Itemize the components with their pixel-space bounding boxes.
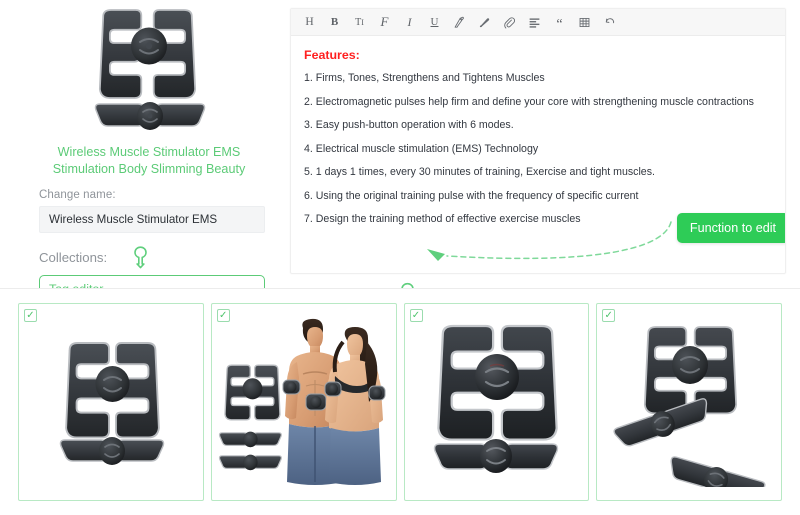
product-info-column: Wireless Muscle Stimulator EMS Stimulati… [18,4,280,302]
product-title-line-1: Wireless Muscle Stimulator EMS [57,145,241,159]
features-heading: Features: [304,48,360,62]
check-icon: ✓ [604,309,613,321]
collections-row: Collections: [39,245,280,269]
feature-item-2: 2. Electromagnetic pulses help firm and … [304,95,754,108]
gallery-card-2-image [212,304,396,500]
brush-icon[interactable] [473,11,496,33]
product-title: Wireless Muscle Stimulator EMS Stimulati… [18,144,280,177]
quote-icon[interactable]: “ [548,11,571,33]
heading-icon[interactable]: H [298,11,321,33]
gallery-card-2-checkbox[interactable]: ✓ [216,309,230,322]
gallery-card-1[interactable]: ✓ [18,303,204,501]
check-icon: ✓ [219,309,228,321]
align-left-icon[interactable] [523,11,546,33]
pointer-hand-icon-collections [131,245,150,269]
highlighter-icon[interactable] [448,11,471,33]
rich-text-editor: H B TI F I U “ Features: 1. Firms, Tones… [290,8,786,274]
feature-item-3: 3. Easy push-button operation with 6 mod… [304,119,514,131]
bold-icon[interactable]: B [323,11,346,33]
gallery-card-4-checkbox[interactable]: ✓ [602,309,616,322]
change-name-label: Change name: [39,189,116,201]
product-name-input[interactable] [39,206,265,233]
gallery-card-3-image [405,304,589,500]
undo-icon[interactable] [598,11,621,33]
feature-item-5: 5. 1 days 1 times, every 30 minutes of t… [304,166,655,178]
feature-item-1: 1. Firms, Tones, Strengthens and Tighten… [304,72,545,84]
gallery-card-1-checkbox[interactable]: ✓ [24,309,37,322]
link-icon[interactable] [498,11,521,33]
gallery-card-4[interactable]: ✓ [596,303,782,501]
underline-icon[interactable]: U [423,11,446,33]
product-title-line-2: Stimulation Body Slimming Beauty [52,161,246,176]
gallery-card-3[interactable]: ✓ [403,303,590,501]
function-to-edit-button[interactable]: Function to edit [676,213,785,243]
editor-toolbar: H B TI F I U “ [291,9,785,36]
font-family-icon[interactable]: F [373,11,396,33]
font-size-icon[interactable]: TI [348,11,371,33]
gallery-card-4-image [597,304,781,500]
gallery-card-3-checkbox[interactable]: ✓ [409,309,423,322]
collections-label: Collections: [39,249,108,265]
editor-content[interactable]: Features: 1. Firms, Tones, Strengthens a… [291,36,785,273]
ems-device-illustration [94,9,206,130]
italic-icon[interactable]: I [398,11,421,33]
feature-item-4: 4. Electrical muscle stimulation (EMS) T… [304,142,539,155]
image-gallery: ✓ ✓ ✓ ✓ [0,289,800,515]
gallery-card-2[interactable]: ✓ [210,303,397,501]
check-icon: ✓ [411,309,421,321]
app-root: Wireless Muscle Stimulator EMS Stimulati… [0,0,800,515]
product-edit-section: Wireless Muscle Stimulator EMS Stimulati… [0,0,800,302]
table-icon[interactable] [573,11,596,33]
check-icon: ✓ [26,309,35,321]
gallery-card-1-image [19,304,203,500]
product-hero-image [18,4,280,136]
feature-item-6: 6. Using the original training pulse wit… [304,189,639,202]
